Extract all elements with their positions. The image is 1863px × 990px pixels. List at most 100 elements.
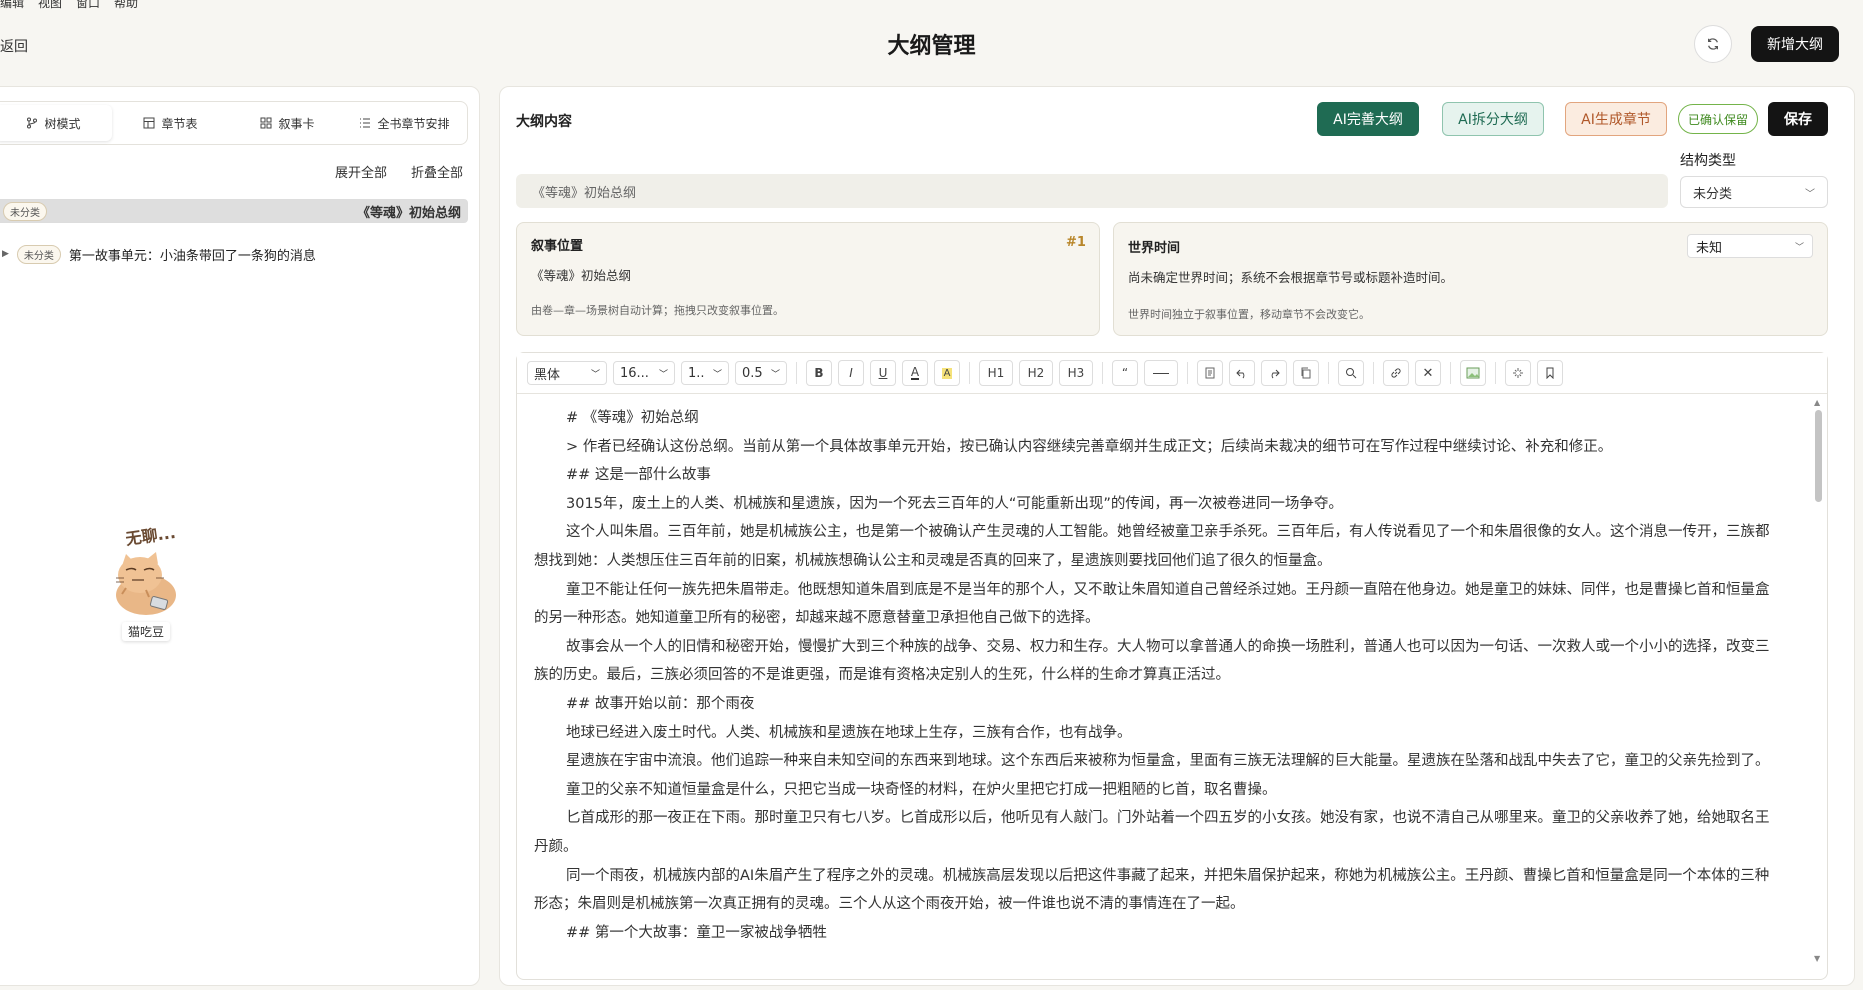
tab-chapter-table-label: 章节表: [161, 116, 198, 131]
table-icon: [143, 117, 155, 129]
collapse-all-button[interactable]: 折叠全部: [411, 162, 463, 181]
outline-title-input[interactable]: 《等魂》初始总纲: [516, 174, 1668, 208]
chevron-down-icon: ﹀: [770, 369, 780, 380]
world-time-label: 世界时间: [1128, 241, 1181, 256]
spacing-select[interactable]: 0.5 ﹀: [735, 361, 787, 385]
chevron-down-icon: ﹀: [712, 369, 722, 380]
tab-chapter-table[interactable]: 章节表: [112, 105, 229, 141]
redo-button[interactable]: [1261, 360, 1287, 386]
new-outline-button[interactable]: 新增大纲: [1751, 26, 1839, 62]
expand-arrow-icon[interactable]: ▶: [2, 249, 9, 259]
font-size-value: 16...: [620, 365, 649, 381]
tree-item-title: 《等魂》初始总纲: [356, 205, 461, 221]
tab-tree[interactable]: 树模式: [0, 105, 112, 141]
world-time-select-value: 未知: [1696, 240, 1723, 256]
content-paragraph: 地球已经进入废土时代。人类、机械族和星遗族在地球上生存，三族有合作，也有战争。: [566, 724, 1132, 741]
category-badge: 未分类: [16, 244, 61, 264]
ai-magic-button[interactable]: [1505, 360, 1531, 386]
divider: [1328, 362, 1329, 384]
tab-tree-label: 树模式: [44, 116, 81, 131]
undo-button[interactable]: [1229, 360, 1255, 386]
world-time-select[interactable]: 未知 ﹀: [1687, 234, 1813, 258]
tree-item-title: 第一故事单元：小油条带回了一条狗的消息: [68, 248, 316, 264]
font-color-button[interactable]: A: [902, 360, 928, 386]
section-title: 大纲内容: [516, 114, 572, 130]
search-icon: [1346, 368, 1357, 379]
confirmed-keep-toggle[interactable]: 已确认保留: [1678, 104, 1758, 134]
chevron-down-icon: ﹀: [1794, 242, 1804, 253]
tab-book-arrangement-label: 全书章节安排: [377, 116, 450, 131]
ai-generate-chapter-button[interactable]: AI生成章节: [1565, 102, 1667, 136]
refresh-button[interactable]: [1694, 25, 1732, 63]
scrollbar-thumb[interactable]: [1815, 410, 1822, 502]
font-family-value: 黑体: [534, 367, 561, 383]
cat-illustration: 无聊...: [116, 523, 177, 615]
refresh-icon: [1708, 38, 1718, 50]
line-height-value: 1..: [688, 365, 705, 381]
menu-window[interactable]: 窗口: [76, 0, 100, 10]
content-paragraph: 星遗族在宇宙中流浪。他们追踪一种来自未知空间的东西来到地球。这个东西后来被称为恒…: [566, 753, 1770, 770]
italic-button[interactable]: I: [838, 360, 864, 386]
highlight-button[interactable]: A: [934, 360, 960, 386]
unlink-button[interactable]: ✕: [1415, 360, 1441, 386]
font-size-select[interactable]: 16... ﹀: [613, 361, 675, 385]
bookmark-icon: [1546, 367, 1554, 379]
menubar: 编辑 视图 窗口 帮助: [0, 0, 138, 10]
tab-book-arrangement[interactable]: 全书章节安排: [346, 105, 463, 141]
divider: [1373, 362, 1374, 384]
search-button[interactable]: [1338, 360, 1364, 386]
structure-type-select[interactable]: 未分类 ﹀: [1680, 176, 1828, 208]
tab-narrative-card-label: 叙事卡: [278, 116, 315, 131]
tree-item[interactable]: 未分类 《等魂》初始总纲: [0, 199, 468, 223]
insert-image-button[interactable]: [1460, 360, 1486, 386]
editor-content[interactable]: # 《等魂》初始总纲 > 作者已经确认这份总纲。当前从第一个具体故事单元开始，按…: [534, 404, 1782, 974]
copy-button[interactable]: [1293, 360, 1319, 386]
chevron-down-icon: ﹀: [1805, 188, 1815, 200]
content-heading: ## 这是一部什么故事: [566, 467, 711, 484]
heading2-button[interactable]: H2: [1019, 360, 1053, 386]
editor-toolbar: 黑体 ﹀ 16... ﹀ 1.. ﹀ 0.5 ﹀ B I U A A H1 H2 H3 …: [517, 353, 1827, 394]
scroll-up-arrow[interactable]: ▲: [1814, 398, 1820, 407]
bookmark-button[interactable]: [1537, 360, 1563, 386]
divider: [1102, 362, 1103, 384]
menu-view[interactable]: 视图: [38, 0, 62, 10]
link-icon: [1391, 368, 1401, 378]
divider: [1495, 362, 1496, 384]
menu-edit[interactable]: 编辑: [0, 0, 24, 10]
underline-button[interactable]: U: [870, 360, 896, 386]
italic-glyph: I: [849, 366, 853, 380]
close-icon: ✕: [1422, 365, 1434, 381]
horizontal-rule-button[interactable]: [1144, 360, 1178, 386]
sticker-label: 猫吃豆: [122, 622, 171, 641]
world-time-note: 世界时间独立于叙事位置，移动章节不会改变它。: [1128, 308, 1370, 321]
font-family-select[interactable]: 黑体 ﹀: [527, 361, 607, 385]
expand-all-button[interactable]: 展开全部: [335, 162, 387, 181]
content-paragraph: 同一个雨夜，机械族内部的AI朱眉产生了程序之外的灵魂。机械族高层发现以后把这件事…: [534, 867, 1770, 913]
scroll-down-arrow[interactable]: ▼: [1814, 954, 1820, 963]
save-button[interactable]: 保存: [1768, 102, 1828, 136]
clear-format-button[interactable]: [1197, 360, 1223, 386]
tree-item[interactable]: ▶ 未分类 第一故事单元：小油条带回了一条狗的消息: [0, 236, 468, 272]
copy-icon: [1301, 367, 1311, 379]
quote-button[interactable]: “: [1112, 360, 1138, 386]
heading1-button[interactable]: H1: [979, 360, 1013, 386]
content-paragraph: 这个人叫朱眉。三百年前，她是机械族公主，也是第一个被确认产生灵魂的人工智能。她曾…: [534, 524, 1770, 569]
ai-split-button[interactable]: AI拆分大纲: [1442, 102, 1544, 136]
content-heading: # 《等魂》初始总纲: [566, 410, 699, 426]
undo-icon: [1236, 369, 1245, 379]
narrative-position-value: 《等魂》初始总纲: [531, 268, 632, 283]
structure-type-label: 结构类型: [1680, 153, 1736, 169]
world-time-value: 尚未确定世界时间；系统不会根据章节号或标题补造时间。: [1128, 270, 1454, 285]
tab-narrative-card[interactable]: 叙事卡: [229, 105, 346, 141]
link-button[interactable]: [1383, 360, 1409, 386]
content-paragraph: 故事会从一个人的旧情和秘密开始，慢慢扩大到三个种族的战争、交易、权力和生存。大人…: [534, 638, 1770, 684]
bold-button[interactable]: B: [806, 360, 832, 386]
heading3-button[interactable]: H3: [1059, 360, 1093, 386]
menu-help[interactable]: 帮助: [114, 0, 138, 10]
document-icon: [1205, 367, 1215, 379]
narrative-number: #1: [1066, 235, 1086, 250]
sticker-caption: 无聊...: [123, 523, 176, 549]
line-height-select[interactable]: 1.. ﹀: [681, 361, 729, 385]
ai-improve-button[interactable]: AI完善大纲: [1317, 102, 1419, 136]
content-paragraph: 3015年，废土上的人类、机械族和星遗族，因为一个死去三百年的人“可能重新出现”…: [566, 495, 1343, 512]
